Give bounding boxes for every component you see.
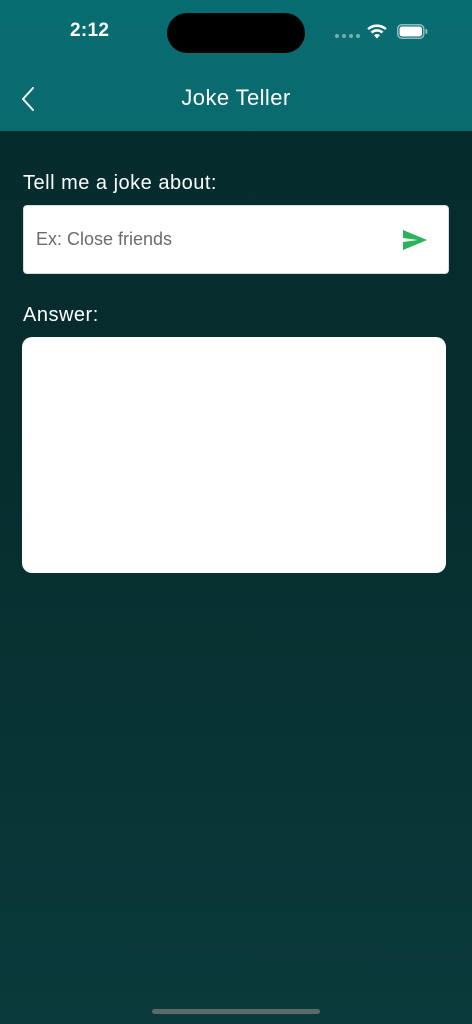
status-time: 2:12 bbox=[70, 20, 110, 41]
joke-topic-label: Tell me a joke about: bbox=[23, 172, 217, 194]
page-title: Joke Teller bbox=[181, 85, 291, 110]
app-header: 2:12 Joke Teller bbox=[0, 0, 472, 131]
joke-topic-input[interactable] bbox=[36, 206, 396, 273]
cellular-signal-icon bbox=[335, 34, 360, 38]
send-icon[interactable] bbox=[402, 228, 428, 252]
battery-icon bbox=[397, 24, 428, 39]
home-indicator bbox=[152, 1009, 320, 1014]
joke-topic-input-container bbox=[23, 205, 449, 274]
dynamic-island bbox=[167, 13, 305, 53]
answer-box bbox=[22, 337, 446, 573]
answer-label: Answer: bbox=[23, 304, 99, 326]
wifi-icon bbox=[367, 24, 387, 39]
